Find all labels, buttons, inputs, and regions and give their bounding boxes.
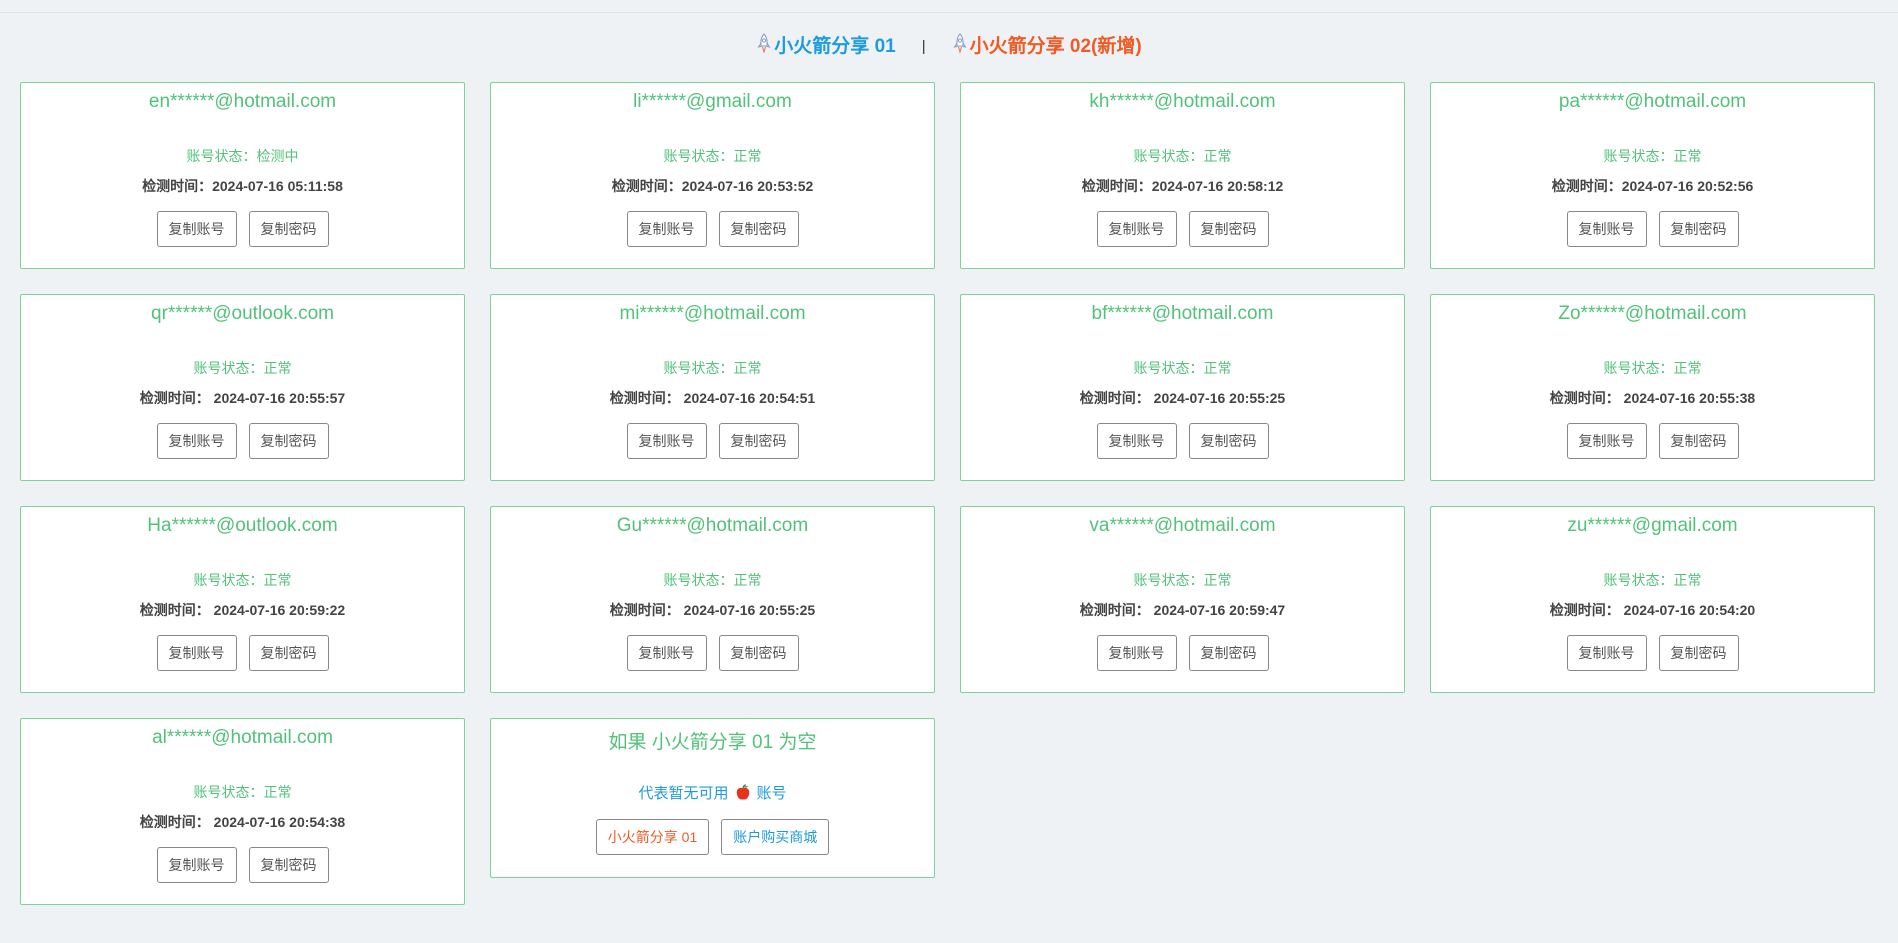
copy-password-button[interactable]: 复制密码 <box>718 635 799 671</box>
copy-account-button[interactable]: 复制账号 <box>1096 423 1177 459</box>
account-status: 账号状态：正常 <box>1133 148 1232 164</box>
account-email: Gu******@hotmail.com <box>616 515 809 536</box>
check-time: 检测时间： 2024-07-16 20:59:22 <box>139 602 346 618</box>
copy-password-button[interactable]: 复制密码 <box>718 211 799 247</box>
account-status: 账号状态：正常 <box>663 572 762 588</box>
check-time: 检测时间： 2024-07-16 20:54:38 <box>139 814 346 830</box>
nav-link-share-01[interactable]: 小火箭分享 01 <box>756 31 896 58</box>
copy-account-button[interactable]: 复制账号 <box>626 635 707 671</box>
copy-password-button[interactable]: 复制密码 <box>248 847 329 883</box>
check-time: 检测时间：2024-07-16 20:53:52 <box>611 178 814 194</box>
copy-account-button[interactable]: 复制账号 <box>1566 423 1647 459</box>
copy-password-button[interactable]: 复制密码 <box>1658 635 1739 671</box>
account-grid: en******@hotmail.com 账号状态：检测中 检测时间：2024-… <box>20 82 1875 905</box>
account-card: Zo******@hotmail.com 账号状态：正常 检测时间： 2024-… <box>1430 294 1875 481</box>
copy-account-button[interactable]: 复制账号 <box>156 211 237 247</box>
account-card: pa******@hotmail.com 账号状态：正常 检测时间：2024-0… <box>1430 82 1875 269</box>
empty-notice-title: 如果 小火箭分享 01 为空 <box>608 732 817 753</box>
account-email: bf******@hotmail.com <box>1091 303 1274 324</box>
check-time: 检测时间： 2024-07-16 20:54:51 <box>609 390 816 406</box>
copy-password-button[interactable]: 复制密码 <box>1188 211 1269 247</box>
check-time: 检测时间：2024-07-16 20:58:12 <box>1081 178 1284 194</box>
account-card: bf******@hotmail.com 账号状态：正常 检测时间： 2024-… <box>960 294 1405 481</box>
account-status: 账号状态：正常 <box>193 572 292 588</box>
account-status: 账号状态：正常 <box>193 360 292 376</box>
account-card: qr******@outlook.com 账号状态：正常 检测时间： 2024-… <box>20 294 465 481</box>
account-status: 账号状态：正常 <box>1603 148 1702 164</box>
rocket-icon <box>953 33 967 54</box>
account-card: Gu******@hotmail.com 账号状态：正常 检测时间： 2024-… <box>490 506 935 693</box>
copy-account-button[interactable]: 复制账号 <box>156 635 237 671</box>
account-status: 账号状态：检测中 <box>186 148 299 164</box>
check-time: 检测时间： 2024-07-16 20:55:25 <box>609 602 816 618</box>
copy-account-button[interactable]: 复制账号 <box>1096 635 1177 671</box>
copy-password-button[interactable]: 复制密码 <box>248 635 329 671</box>
copy-account-button[interactable]: 复制账号 <box>1566 635 1647 671</box>
nav-link-share-02-label: 小火箭分享 02(新增) <box>969 35 1142 57</box>
copy-account-button[interactable]: 复制账号 <box>1566 211 1647 247</box>
account-card: kh******@hotmail.com 账号状态：正常 检测时间：2024-0… <box>960 82 1405 269</box>
copy-account-button[interactable]: 复制账号 <box>1096 211 1177 247</box>
account-card: zu******@gmail.com 账号状态：正常 检测时间： 2024-07… <box>1430 506 1875 693</box>
account-email: Zo******@hotmail.com <box>1558 303 1747 324</box>
copy-account-button[interactable]: 复制账号 <box>156 847 237 883</box>
share-01-button[interactable]: 小火箭分享 01 <box>595 819 710 855</box>
copy-password-button[interactable]: 复制密码 <box>718 423 799 459</box>
top-divider <box>0 12 1898 13</box>
account-card: Ha******@outlook.com 账号状态：正常 检测时间： 2024-… <box>20 506 465 693</box>
copy-account-button[interactable]: 复制账号 <box>626 423 707 459</box>
copy-password-button[interactable]: 复制密码 <box>1658 211 1739 247</box>
account-status: 账号状态：正常 <box>193 784 292 800</box>
rocket-icon <box>757 33 771 54</box>
account-email: al******@hotmail.com <box>152 727 333 748</box>
copy-account-button[interactable]: 复制账号 <box>156 423 237 459</box>
copy-password-button[interactable]: 复制密码 <box>1188 423 1269 459</box>
account-status: 账号状态：正常 <box>1603 360 1702 376</box>
account-card: va******@hotmail.com 账号状态：正常 检测时间： 2024-… <box>960 506 1405 693</box>
account-email: va******@hotmail.com <box>1089 515 1276 536</box>
header-nav: 小火箭分享 01 | 小火箭分享 02(新增) <box>0 30 1898 58</box>
copy-account-button[interactable]: 复制账号 <box>626 211 707 247</box>
account-email: zu******@gmail.com <box>1567 515 1738 536</box>
check-time: 检测时间：2024-07-16 20:52:56 <box>1551 178 1754 194</box>
account-email: pa******@hotmail.com <box>1558 91 1747 112</box>
account-email: qr******@outlook.com <box>151 303 334 324</box>
empty-notice-card: 如果 小火箭分享 01 为空 代表暂无可用 账号 小火箭分享 01 账户购买商城 <box>490 718 935 878</box>
account-status: 账号状态：正常 <box>1133 572 1232 588</box>
account-email: en******@hotmail.com <box>148 91 337 112</box>
copy-password-button[interactable]: 复制密码 <box>248 423 329 459</box>
check-time: 检测时间： 2024-07-16 20:55:25 <box>1079 390 1286 406</box>
account-email: kh******@hotmail.com <box>1089 91 1276 112</box>
copy-password-button[interactable]: 复制密码 <box>248 211 329 247</box>
check-time: 检测时间： 2024-07-16 20:54:20 <box>1549 602 1756 618</box>
check-time: 检测时间：2024-07-16 05:11:58 <box>142 178 343 194</box>
account-card: mi******@hotmail.com 账号状态：正常 检测时间： 2024-… <box>490 294 935 481</box>
account-card: en******@hotmail.com 账号状态：检测中 检测时间：2024-… <box>20 82 465 269</box>
account-email: Ha******@outlook.com <box>147 515 338 536</box>
account-card: al******@hotmail.com 账号状态：正常 检测时间： 2024-… <box>20 718 465 905</box>
copy-password-button[interactable]: 复制密码 <box>1188 635 1269 671</box>
copy-password-button[interactable]: 复制密码 <box>1658 423 1739 459</box>
empty-notice-text: 代表暂无可用 账号 <box>638 784 787 802</box>
account-email: mi******@hotmail.com <box>619 303 806 324</box>
account-card: li******@gmail.com 账号状态：正常 检测时间：2024-07-… <box>490 82 935 269</box>
nav-link-share-02[interactable]: 小火箭分享 02(新增) <box>952 31 1142 58</box>
check-time: 检测时间： 2024-07-16 20:55:38 <box>1549 390 1756 406</box>
account-email: li******@gmail.com <box>633 91 792 112</box>
check-time: 检测时间： 2024-07-16 20:59:47 <box>1079 602 1286 618</box>
account-store-button[interactable]: 账户购买商城 <box>721 819 830 855</box>
nav-link-share-01-label: 小火箭分享 01 <box>774 35 896 57</box>
apple-icon <box>736 784 749 800</box>
account-status: 账号状态：正常 <box>663 360 762 376</box>
account-status: 账号状态：正常 <box>1603 572 1702 588</box>
account-status: 账号状态：正常 <box>663 148 762 164</box>
account-status: 账号状态：正常 <box>1133 360 1232 376</box>
check-time: 检测时间： 2024-07-16 20:55:57 <box>139 390 346 406</box>
header-separator: | <box>921 37 926 55</box>
